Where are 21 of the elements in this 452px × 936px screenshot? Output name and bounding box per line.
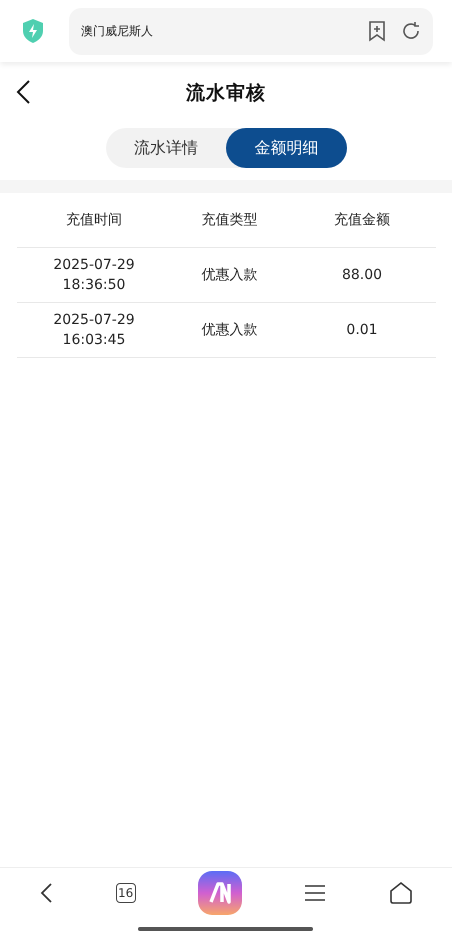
app-logo-icon[interactable] [198, 871, 242, 915]
bookmark-add-icon[interactable] [367, 20, 387, 42]
amount-cell: 88.00 [288, 248, 436, 302]
type-cell: 优惠入款 [171, 302, 288, 358]
tab-count-button[interactable]: 16 [116, 883, 136, 903]
page-title: 流水审核 [186, 80, 266, 106]
address-bar[interactable]: 澳门威尼斯人 [69, 8, 433, 54]
type-cell: 优惠入款 [171, 248, 288, 302]
refresh-icon[interactable] [401, 21, 421, 41]
back-icon[interactable] [39, 882, 54, 904]
home-icon[interactable] [388, 881, 413, 905]
amount-cell: 0.01 [288, 302, 436, 358]
column-header: 充值时间 [17, 193, 171, 248]
time-cell: 2025-07-29 18:36:50 [17, 248, 171, 302]
time-cell: 2025-07-29 16:03:45 [17, 302, 171, 358]
tab[interactable]: 金额明细 [226, 128, 346, 168]
column-header: 充值类型 [171, 193, 288, 248]
tab[interactable]: 流水详情 [106, 128, 226, 168]
column-header: 充值金额 [288, 193, 436, 248]
address-text: 澳门威尼斯人 [81, 22, 154, 40]
menu-icon[interactable] [304, 884, 326, 902]
